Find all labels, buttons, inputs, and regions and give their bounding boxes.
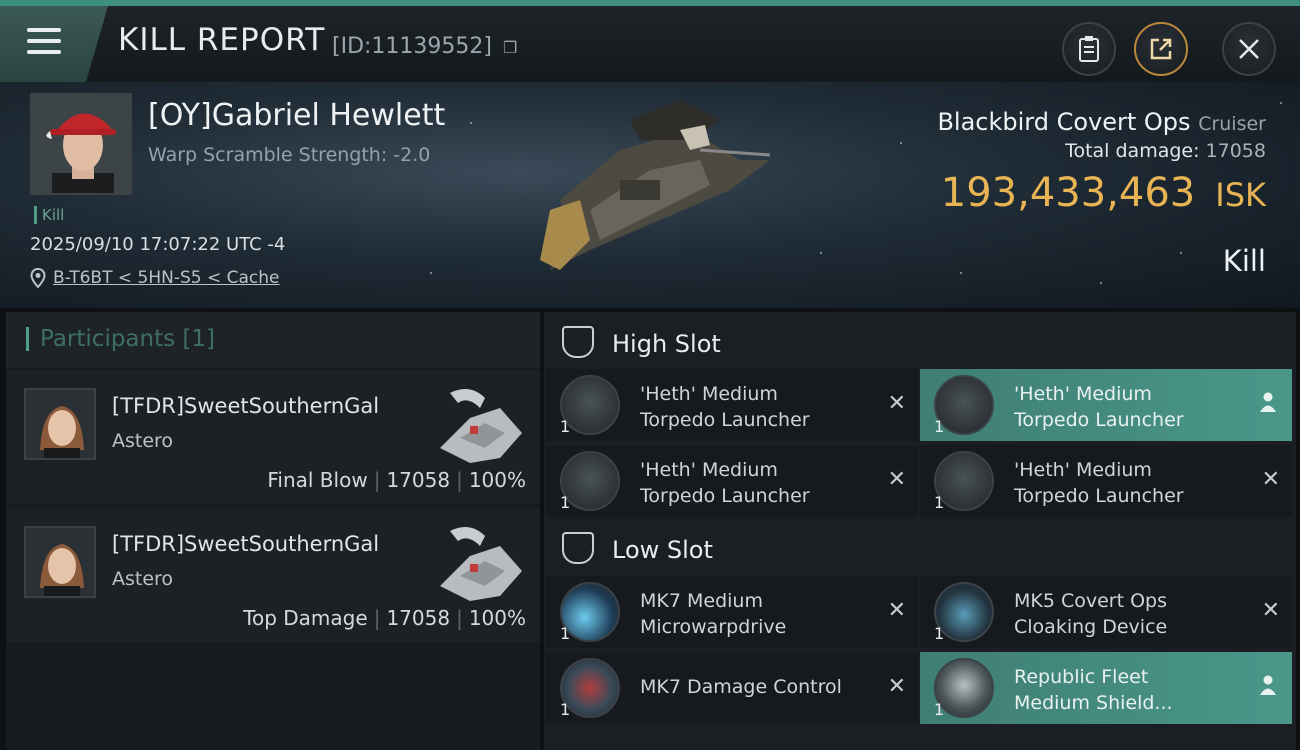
- participants-count: [1]: [182, 326, 216, 352]
- fitting-slots-panel: High Slot 1 'Heth' Medium Torpedo Launche…: [544, 312, 1296, 750]
- participant-percent: 100%: [468, 468, 526, 492]
- participant-name[interactable]: [TFDR]SweetSouthernGal: [112, 394, 379, 418]
- share-button[interactable]: [1134, 22, 1188, 76]
- isk-amount: 193,433,463: [940, 170, 1196, 216]
- participant-stats: Final Blow | 17058 | 100%: [267, 468, 526, 492]
- victim-ship-name[interactable]: Blackbird Covert Ops Cruiser: [937, 108, 1266, 136]
- participant-damage: 17058: [386, 606, 451, 630]
- participant-role: Top Damage: [243, 606, 368, 630]
- participant-portrait: [26, 528, 94, 596]
- isk-value: 193,433,463 ISK: [941, 170, 1266, 216]
- participant-role: Final Blow: [267, 468, 368, 492]
- module-name: 'Heth' Medium Torpedo Launcher: [1014, 459, 1184, 507]
- module-quantity: 1: [560, 624, 571, 643]
- kill-datetime: 2025/09/10 17:07:22 UTC -4: [30, 234, 286, 255]
- module-item[interactable]: 1 'Heth' Medium Torpedo Launcher: [920, 369, 1292, 441]
- ship-class: Cruiser: [1198, 113, 1266, 135]
- page-title: KILL REPORT: [118, 22, 326, 58]
- participants-title: Participants [1]: [40, 326, 215, 352]
- module-name: MK5 Covert Ops Cloaking Device: [1014, 590, 1168, 638]
- module-name: 'Heth' Medium Torpedo Launcher: [640, 383, 810, 431]
- share-icon: [1150, 38, 1172, 60]
- destroyed-x-icon: ✕: [887, 391, 906, 416]
- participant-row[interactable]: [TFDR]SweetSouthernGal Astero Final Blow…: [6, 370, 540, 504]
- module-item[interactable]: 1 'Heth' Medium Torpedo Launcher ✕: [546, 369, 918, 441]
- close-button[interactable]: [1222, 22, 1276, 76]
- module-item[interactable]: 1 Republic Fleet Medium Shield...: [920, 652, 1292, 724]
- module-name: 'Heth' Medium Torpedo Launcher: [1014, 383, 1184, 431]
- copy-icon[interactable]: ❐: [503, 38, 517, 57]
- participant-damage: 17058: [386, 468, 451, 492]
- module-item[interactable]: 1 'Heth' Medium Torpedo Launcher ✕: [546, 445, 918, 517]
- module-name: MK7 Medium Microwarpdrive: [640, 590, 787, 638]
- high-slot-label: High Slot: [612, 330, 721, 358]
- warp-scramble-strength: Warp Scramble Strength: -2.0: [148, 144, 431, 166]
- header-bar: KILL REPORT [ID:11139552] ❐: [0, 0, 1300, 82]
- low-slot-icon: [562, 532, 594, 564]
- module-item[interactable]: 1 MK7 Damage Control ✕: [546, 652, 918, 724]
- module-quantity: 1: [934, 417, 945, 436]
- clipboard-icon: [1079, 36, 1099, 62]
- module-quantity: 1: [560, 493, 571, 512]
- module-name: Republic Fleet Medium Shield...: [1014, 666, 1173, 714]
- participant-ship-image[interactable]: [430, 378, 530, 468]
- kill-result-label: Kill: [1222, 244, 1266, 278]
- participant-percent: 100%: [468, 606, 526, 630]
- map-pin-icon: [30, 268, 46, 288]
- menu-button[interactable]: [0, 6, 108, 82]
- participant-portrait: [26, 390, 94, 458]
- participant-ship: Astero: [112, 568, 174, 590]
- module-quantity: 1: [934, 624, 945, 643]
- participant-avatar[interactable]: [24, 388, 96, 460]
- kill-tag: Kill: [34, 206, 64, 224]
- module-name: MK7 Damage Control: [640, 676, 842, 698]
- destroyed-x-icon: ✕: [887, 674, 906, 699]
- module-name: 'Heth' Medium Torpedo Launcher: [640, 459, 810, 507]
- victim-portrait[interactable]: [30, 93, 132, 195]
- ship-name-text: Blackbird Covert Ops: [937, 108, 1191, 136]
- module-item[interactable]: 1 MK5 Covert Ops Cloaking Device ✕: [920, 576, 1292, 648]
- module-quantity: 1: [560, 417, 571, 436]
- participant-row[interactable]: [TFDR]SweetSouthernGal Astero Top Damage…: [6, 508, 540, 642]
- hamburger-icon: [27, 28, 61, 56]
- isk-unit: ISK: [1215, 176, 1266, 214]
- total-damage-label: Total damage:: [1065, 140, 1200, 162]
- kill-location-link[interactable]: B-T6BT < 5HN-S5 < Cache: [53, 268, 280, 288]
- low-slot-header: Low Slot: [544, 522, 1296, 576]
- total-damage: Total damage: 17058: [1065, 140, 1266, 162]
- module-quantity: 1: [934, 700, 945, 719]
- victim-name[interactable]: [OY]Gabriel Hewlett: [148, 98, 445, 133]
- destroyed-x-icon: ✕: [1261, 598, 1280, 623]
- participants-heading: Participants: [40, 326, 176, 352]
- participants-panel: Participants [1] [TFDR]SweetSouthernGal …: [6, 312, 540, 750]
- module-quantity: 1: [934, 493, 945, 512]
- participant-name[interactable]: [TFDR]SweetSouthernGal: [112, 532, 379, 556]
- total-damage-value: 17058: [1205, 140, 1266, 162]
- victim-hero-panel: [OY]Gabriel Hewlett Warp Scramble Streng…: [0, 82, 1300, 308]
- accent-bar: [26, 327, 29, 351]
- destroyed-x-icon: ✕: [1261, 467, 1280, 492]
- destroyed-x-icon: ✕: [887, 598, 906, 623]
- low-slot-label: Low Slot: [612, 536, 713, 564]
- victim-avatar-image: [32, 95, 130, 193]
- close-icon: [1239, 39, 1259, 59]
- participants-header[interactable]: Participants [1]: [6, 312, 540, 368]
- high-slot-icon: [562, 326, 594, 358]
- participant-avatar[interactable]: [24, 526, 96, 598]
- user-icon: [1260, 392, 1276, 412]
- module-item[interactable]: 1 'Heth' Medium Torpedo Launcher ✕: [920, 445, 1292, 517]
- module-quantity: 1: [560, 700, 571, 719]
- participant-ship: Astero: [112, 430, 174, 452]
- participant-stats: Top Damage | 17058 | 100%: [243, 606, 526, 630]
- user-icon: [1260, 675, 1276, 695]
- high-slot-header: High Slot: [544, 316, 1296, 370]
- module-item[interactable]: 1 MK7 Medium Microwarpdrive ✕: [546, 576, 918, 648]
- report-id[interactable]: [ID:11139552] ❐: [332, 34, 517, 59]
- clipboard-button[interactable]: [1062, 22, 1116, 76]
- destroyed-x-icon: ✕: [887, 467, 906, 492]
- participant-ship-image[interactable]: [430, 516, 530, 606]
- victim-ship-image[interactable]: [530, 90, 780, 280]
- report-id-text: [ID:11139552]: [332, 34, 492, 59]
